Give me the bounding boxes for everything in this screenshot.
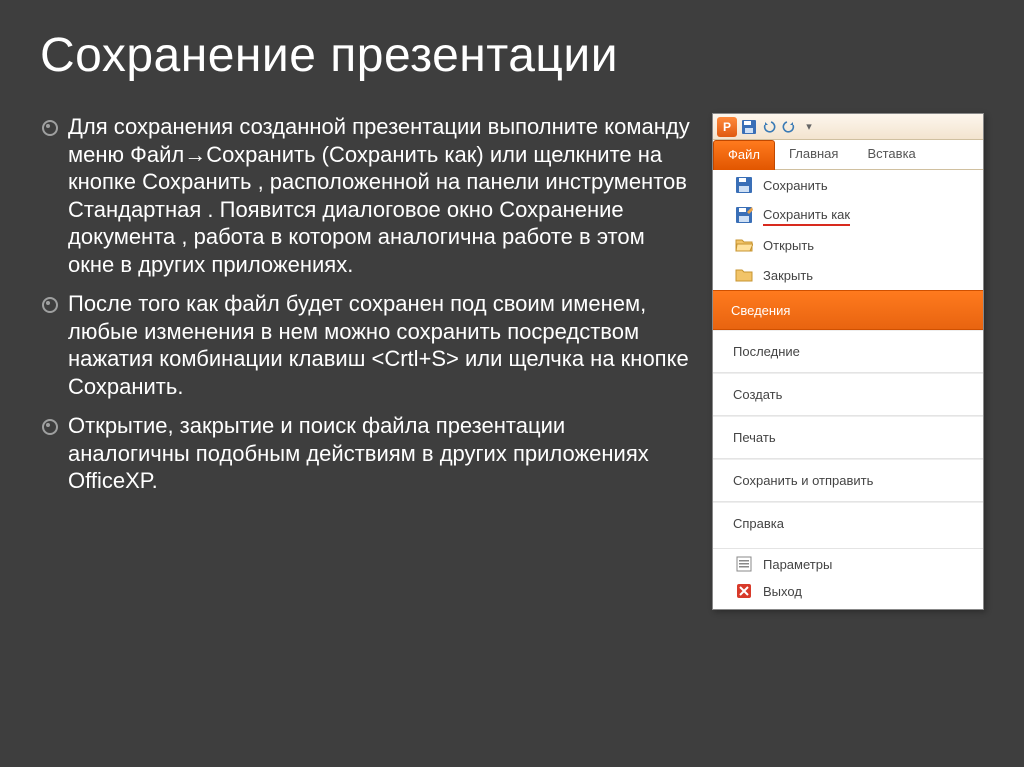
bullet-item: После того как файл будет сохранен под с… [40,290,692,400]
bullet-item: Для сохранения созданной презентации вып… [40,113,692,278]
file-menu-close[interactable]: Закрыть [713,260,983,290]
file-menu-save-as[interactable]: Сохранить как [713,200,983,230]
options-icon [735,555,753,573]
ribbon-tabs: Файл Главная Вставка [713,140,983,170]
ribbon-tab-file[interactable]: Файл [713,140,775,170]
qat-save-icon[interactable] [741,119,757,135]
file-menu-label: Сохранить [763,178,828,193]
save-icon [735,176,753,194]
file-menu-label: Сведения [731,303,790,318]
file-menu-print[interactable]: Печать [713,416,983,458]
app-icon[interactable]: P [717,117,737,137]
file-menu-label: Печать [733,430,776,445]
qat-dropdown-icon[interactable]: ▾ [801,119,817,135]
file-menu-label: Сохранить как [763,207,850,226]
qat-undo-icon[interactable] [761,119,777,135]
content-area: Для сохранения созданной презентации вып… [40,113,984,610]
save-as-icon [735,206,753,224]
file-menu-label: Последние [733,344,800,359]
ribbon-tab-insert[interactable]: Вставка [853,140,930,169]
file-menu-info[interactable]: Сведения [713,290,983,330]
file-menu-exit[interactable]: Выход [713,579,983,609]
slide-title: Сохранение презентации [40,28,984,83]
quick-access-toolbar: P ▾ [713,114,983,140]
bullet-item: Открытие, закрытие и поиск файла презент… [40,412,692,495]
ribbon-tab-home[interactable]: Главная [775,140,853,169]
file-menu-save[interactable]: Сохранить [713,170,983,200]
file-menu-label: Сохранить и отправить [733,473,873,488]
file-menu-open[interactable]: Открыть [713,230,983,260]
file-menu-label: Параметры [763,557,832,572]
presentation-slide: Сохранение презентации Для сохранения со… [0,0,1024,767]
file-menu-save-send[interactable]: Сохранить и отправить [713,459,983,501]
file-menu-recent[interactable]: Последние [713,330,983,372]
file-backstage-panel: Сохранить Сохранить как Открыть [713,170,983,609]
file-menu-label: Выход [763,584,802,599]
folder-open-icon [735,236,753,254]
file-menu-label: Открыть [763,238,814,253]
file-menu-label: Справка [733,516,784,531]
qat-redo-icon[interactable] [781,119,797,135]
file-menu-options[interactable]: Параметры [713,549,983,579]
bullet-list: Для сохранения созданной презентации вып… [40,113,692,610]
exit-icon [735,582,753,600]
file-menu-screenshot: P ▾ Файл Главная Вставка [712,113,984,610]
file-menu-label: Создать [733,387,782,402]
file-menu-label: Закрыть [763,268,813,283]
file-menu-help[interactable]: Справка [713,502,983,544]
file-menu-new[interactable]: Создать [713,373,983,415]
folder-close-icon [735,266,753,284]
